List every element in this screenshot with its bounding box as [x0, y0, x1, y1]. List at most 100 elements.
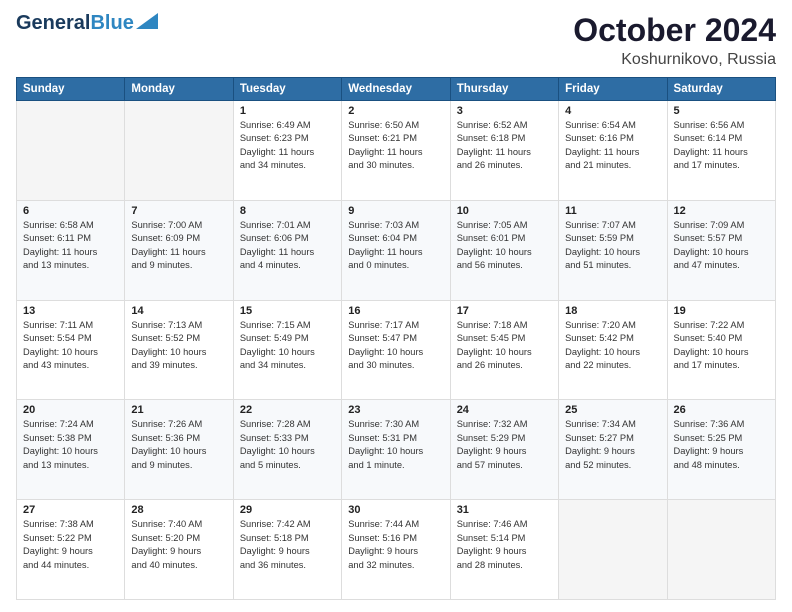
table-row: 21 Sunrise: 7:26 AM Sunset: 5:36 PM Dayli…: [125, 400, 233, 500]
table-row: 27 Sunrise: 7:38 AM Sunset: 5:22 PM Dayli…: [17, 500, 125, 600]
day-number: 30: [348, 504, 443, 516]
day-detail: Sunrise: 7:30 AM Sunset: 5:31 PM Dayligh…: [348, 418, 443, 472]
day-number: 1: [240, 105, 335, 117]
table-row: 29 Sunrise: 7:42 AM Sunset: 5:18 PM Dayli…: [233, 500, 341, 600]
day-number: 18: [565, 305, 660, 317]
calendar-week-4: 20 Sunrise: 7:24 AM Sunset: 5:38 PM Dayli…: [17, 400, 776, 500]
table-row: 8 Sunrise: 7:01 AM Sunset: 6:06 PM Daylig…: [233, 200, 341, 300]
logo-icon: [136, 13, 158, 29]
day-detail: Sunrise: 7:11 AM Sunset: 5:54 PM Dayligh…: [23, 319, 118, 373]
page: GeneralBlue October 2024 Koshurnikovo, R…: [0, 0, 792, 612]
day-number: 11: [565, 205, 660, 217]
day-detail: Sunrise: 7:20 AM Sunset: 5:42 PM Dayligh…: [565, 319, 660, 373]
day-number: 25: [565, 404, 660, 416]
table-row: 23 Sunrise: 7:30 AM Sunset: 5:31 PM Dayli…: [342, 400, 450, 500]
day-detail: Sunrise: 7:13 AM Sunset: 5:52 PM Dayligh…: [131, 319, 226, 373]
calendar-week-3: 13 Sunrise: 7:11 AM Sunset: 5:54 PM Dayli…: [17, 300, 776, 400]
day-detail: Sunrise: 7:15 AM Sunset: 5:49 PM Dayligh…: [240, 319, 335, 373]
day-detail: Sunrise: 7:17 AM Sunset: 5:47 PM Dayligh…: [348, 319, 443, 373]
header-tuesday: Tuesday: [233, 78, 341, 101]
day-number: 20: [23, 404, 118, 416]
day-detail: Sunrise: 7:40 AM Sunset: 5:20 PM Dayligh…: [131, 518, 226, 572]
day-number: 3: [457, 105, 552, 117]
day-detail: Sunrise: 7:28 AM Sunset: 5:33 PM Dayligh…: [240, 418, 335, 472]
header-friday: Friday: [559, 78, 667, 101]
day-detail: Sunrise: 6:56 AM Sunset: 6:14 PM Dayligh…: [674, 119, 769, 173]
table-row: 25 Sunrise: 7:34 AM Sunset: 5:27 PM Dayli…: [559, 400, 667, 500]
header: GeneralBlue October 2024 Koshurnikovo, R…: [16, 12, 776, 69]
logo-blue-text: Blue: [90, 12, 133, 34]
table-row: [667, 500, 775, 600]
header-saturday: Saturday: [667, 78, 775, 101]
day-detail: Sunrise: 7:01 AM Sunset: 6:06 PM Dayligh…: [240, 219, 335, 273]
day-detail: Sunrise: 7:38 AM Sunset: 5:22 PM Dayligh…: [23, 518, 118, 572]
table-row: 13 Sunrise: 7:11 AM Sunset: 5:54 PM Dayli…: [17, 300, 125, 400]
day-number: 31: [457, 504, 552, 516]
day-detail: Sunrise: 6:58 AM Sunset: 6:11 PM Dayligh…: [23, 219, 118, 273]
table-row: 22 Sunrise: 7:28 AM Sunset: 5:33 PM Dayli…: [233, 400, 341, 500]
day-detail: Sunrise: 7:18 AM Sunset: 5:45 PM Dayligh…: [457, 319, 552, 373]
day-number: 17: [457, 305, 552, 317]
day-number: 19: [674, 305, 769, 317]
day-detail: Sunrise: 7:07 AM Sunset: 5:59 PM Dayligh…: [565, 219, 660, 273]
table-row: 6 Sunrise: 6:58 AM Sunset: 6:11 PM Daylig…: [17, 200, 125, 300]
table-row: 7Sunrise: 7:00 AM Sunset: 6:09 PM Daylig…: [125, 200, 233, 300]
day-number: 9: [348, 205, 443, 217]
header-monday: Monday: [125, 78, 233, 101]
day-detail: Sunrise: 6:52 AM Sunset: 6:18 PM Dayligh…: [457, 119, 552, 173]
calendar-table: Sunday Monday Tuesday Wednesday Thursday…: [16, 77, 776, 600]
day-detail: Sunrise: 7:42 AM Sunset: 5:18 PM Dayligh…: [240, 518, 335, 572]
table-row: 17 Sunrise: 7:18 AM Sunset: 5:45 PM Dayli…: [450, 300, 558, 400]
day-number: 4: [565, 105, 660, 117]
day-number: 27: [23, 504, 118, 516]
day-detail: Sunrise: 7:05 AM Sunset: 6:01 PM Dayligh…: [457, 219, 552, 273]
day-number: 16: [348, 305, 443, 317]
table-row: 18 Sunrise: 7:20 AM Sunset: 5:42 PM Dayli…: [559, 300, 667, 400]
table-row: 16 Sunrise: 7:17 AM Sunset: 5:47 PM Dayli…: [342, 300, 450, 400]
day-number: 6: [23, 205, 118, 217]
day-detail: Sunrise: 7:32 AM Sunset: 5:29 PM Dayligh…: [457, 418, 552, 472]
table-row: 5Sunrise: 6:56 AM Sunset: 6:14 PM Daylig…: [667, 101, 775, 201]
table-row: 15 Sunrise: 7:15 AM Sunset: 5:49 PM Dayli…: [233, 300, 341, 400]
day-number: 15: [240, 305, 335, 317]
table-row: [125, 101, 233, 201]
table-row: 14Sunrise: 7:13 AM Sunset: 5:52 PM Dayli…: [125, 300, 233, 400]
day-number: 23: [348, 404, 443, 416]
day-detail: Sunrise: 7:24 AM Sunset: 5:38 PM Dayligh…: [23, 418, 118, 472]
day-number: 29: [240, 504, 335, 516]
day-detail: Sunrise: 7:26 AM Sunset: 5:36 PM Dayligh…: [131, 418, 226, 472]
day-detail: Sunrise: 6:54 AM Sunset: 6:16 PM Dayligh…: [565, 119, 660, 173]
day-detail: Sunrise: 7:46 AM Sunset: 5:14 PM Dayligh…: [457, 518, 552, 572]
table-row: [559, 500, 667, 600]
day-number: 22: [240, 404, 335, 416]
day-number: 2: [348, 105, 443, 117]
header-wednesday: Wednesday: [342, 78, 450, 101]
table-row: 30 Sunrise: 7:44 AM Sunset: 5:16 PM Dayli…: [342, 500, 450, 600]
day-detail: Sunrise: 7:09 AM Sunset: 5:57 PM Dayligh…: [674, 219, 769, 273]
table-row: 31 Sunrise: 7:46 AM Sunset: 5:14 PM Dayli…: [450, 500, 558, 600]
location: Koshurnikovo, Russia: [573, 51, 776, 69]
logo-general-text: General: [16, 12, 90, 34]
table-row: 28Sunrise: 7:40 AM Sunset: 5:20 PM Dayli…: [125, 500, 233, 600]
day-detail: Sunrise: 7:00 AM Sunset: 6:09 PM Dayligh…: [131, 219, 226, 273]
calendar-header-row: Sunday Monday Tuesday Wednesday Thursday…: [17, 78, 776, 101]
day-detail: Sunrise: 7:44 AM Sunset: 5:16 PM Dayligh…: [348, 518, 443, 572]
table-row: 12 Sunrise: 7:09 AM Sunset: 5:57 PM Dayli…: [667, 200, 775, 300]
logo: GeneralBlue: [16, 12, 158, 35]
day-detail: Sunrise: 7:22 AM Sunset: 5:40 PM Dayligh…: [674, 319, 769, 373]
table-row: 3 Sunrise: 6:52 AM Sunset: 6:18 PM Daylig…: [450, 101, 558, 201]
table-row: 11 Sunrise: 7:07 AM Sunset: 5:59 PM Dayli…: [559, 200, 667, 300]
day-number: 13: [23, 305, 118, 317]
day-detail: Sunrise: 7:03 AM Sunset: 6:04 PM Dayligh…: [348, 219, 443, 273]
table-row: 20 Sunrise: 7:24 AM Sunset: 5:38 PM Dayli…: [17, 400, 125, 500]
table-row: 26Sunrise: 7:36 AM Sunset: 5:25 PM Dayli…: [667, 400, 775, 500]
calendar-week-1: 1Sunrise: 6:49 AM Sunset: 6:23 PM Daylig…: [17, 101, 776, 201]
day-detail: Sunrise: 7:36 AM Sunset: 5:25 PM Dayligh…: [674, 418, 769, 472]
day-number: 8: [240, 205, 335, 217]
day-number: 21: [131, 404, 226, 416]
day-detail: Sunrise: 7:34 AM Sunset: 5:27 PM Dayligh…: [565, 418, 660, 472]
day-number: 12: [674, 205, 769, 217]
table-row: 10Sunrise: 7:05 AM Sunset: 6:01 PM Dayli…: [450, 200, 558, 300]
month-title: October 2024: [573, 12, 776, 49]
calendar-week-2: 6 Sunrise: 6:58 AM Sunset: 6:11 PM Daylig…: [17, 200, 776, 300]
